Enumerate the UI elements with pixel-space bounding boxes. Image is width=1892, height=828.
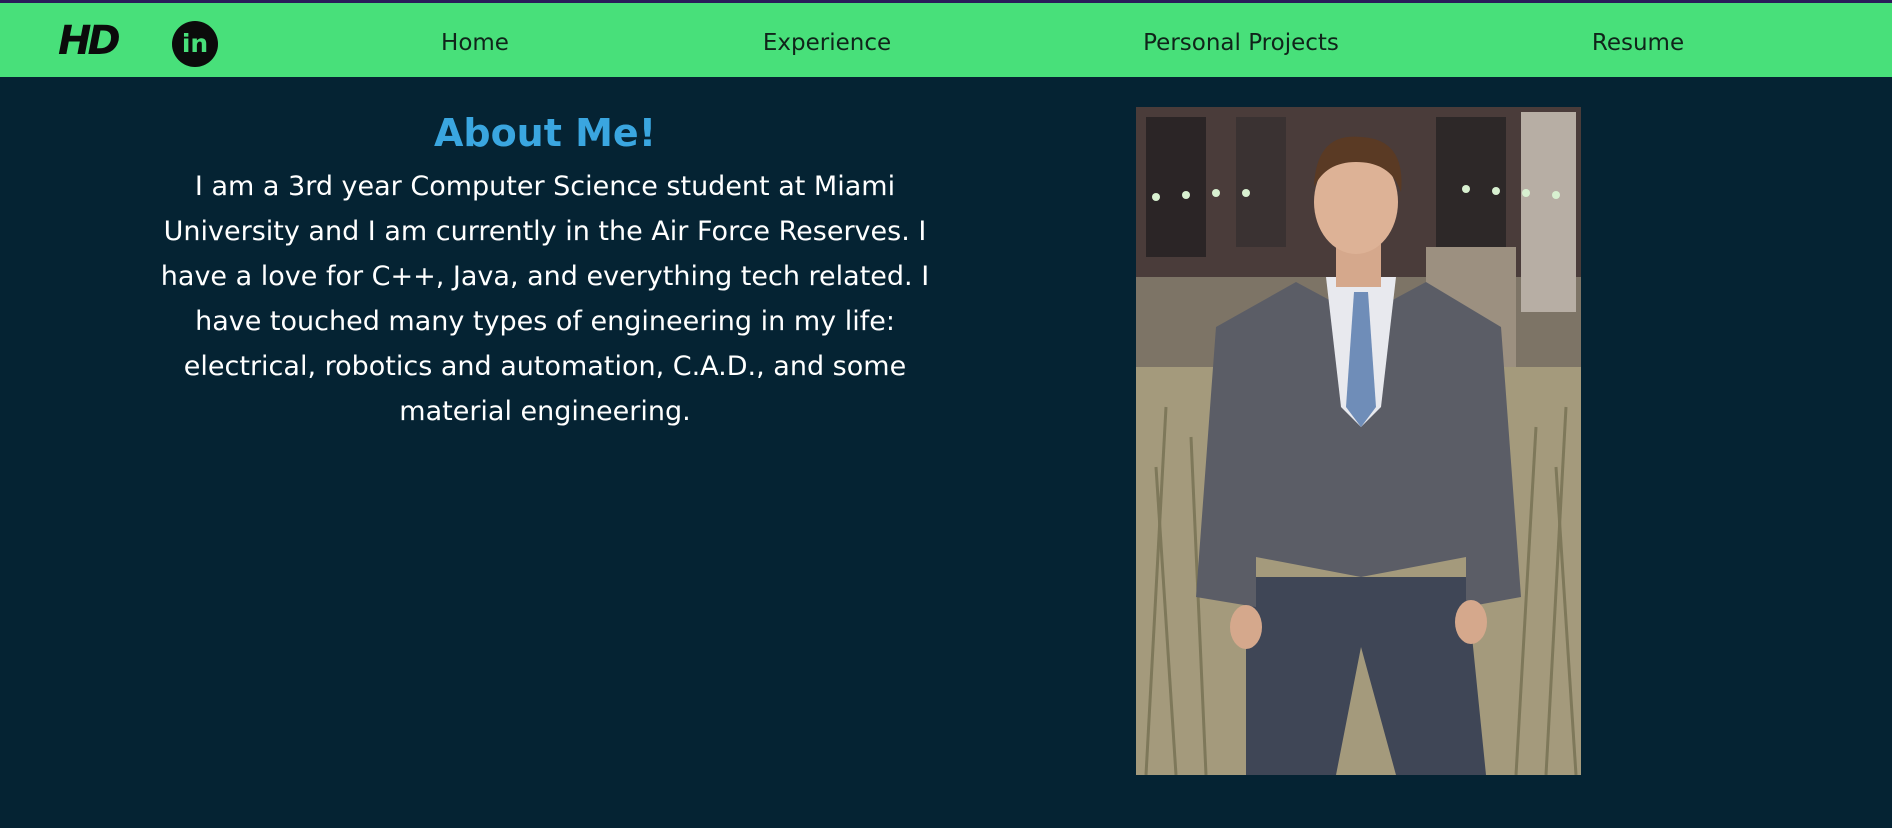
linkedin-icon[interactable]: in — [172, 21, 218, 67]
profile-photo-illustration — [1136, 107, 1581, 775]
about-text: I am a 3rd year Computer Science student… — [160, 171, 930, 427]
profile-photo — [1136, 107, 1581, 775]
navbar: HD in Home Experience Personal Projects … — [0, 3, 1892, 77]
nav-link-resume[interactable]: Resume — [1592, 28, 1684, 58]
nav-link-experience[interactable]: Experience — [763, 28, 891, 58]
hd-logo-icon[interactable]: HD — [58, 19, 121, 63]
about-title: About Me! — [433, 111, 657, 155]
nav-link-home[interactable]: Home — [441, 28, 509, 58]
nav-link-personal-projects[interactable]: Personal Projects — [1143, 28, 1339, 58]
